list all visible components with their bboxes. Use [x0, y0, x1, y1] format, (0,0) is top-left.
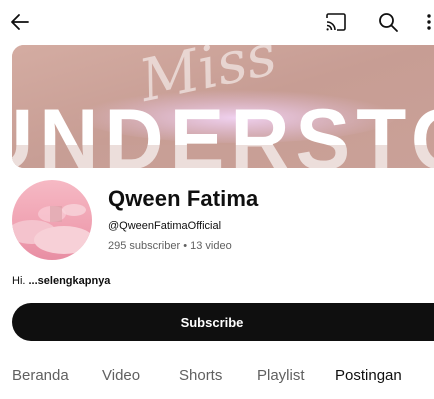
search-button[interactable] [374, 8, 402, 36]
channel-name: Qween Fatima [108, 186, 259, 211]
channel-handle: @QweenFatimaOfficial [108, 220, 222, 232]
more-button[interactable] [420, 8, 434, 36]
channel-avatar[interactable] [12, 180, 92, 260]
subscribe-button[interactable]: Subscribe [12, 303, 434, 341]
tab-playlist[interactable]: Playlist [257, 367, 305, 384]
banner-art: Miss UNDERSTOOD [12, 45, 434, 168]
top-bar [0, 0, 434, 44]
cast-button[interactable] [322, 8, 350, 36]
channel-tabs: Beranda Video Shorts Playlist Postingan [0, 367, 434, 391]
tab-video[interactable]: Video [102, 367, 140, 384]
arrow-left-icon [11, 14, 29, 30]
channel-description[interactable]: Hi. ...selengkapnya [12, 275, 110, 287]
back-button[interactable] [6, 8, 34, 36]
tab-beranda[interactable]: Beranda [12, 367, 69, 384]
search-icon [379, 13, 398, 32]
avatar-image [12, 180, 92, 260]
channel-banner: Miss UNDERSTOOD [12, 45, 434, 168]
show-more-link[interactable]: ...selengkapnya [29, 275, 111, 287]
more-vertical-icon [427, 14, 431, 30]
tab-shorts[interactable]: Shorts [179, 367, 222, 384]
tab-postingan[interactable]: Postingan [335, 367, 402, 384]
cast-icon [326, 13, 346, 31]
description-text: Hi. [12, 275, 29, 287]
channel-stats: 295 subscriber • 13 video [108, 240, 232, 252]
